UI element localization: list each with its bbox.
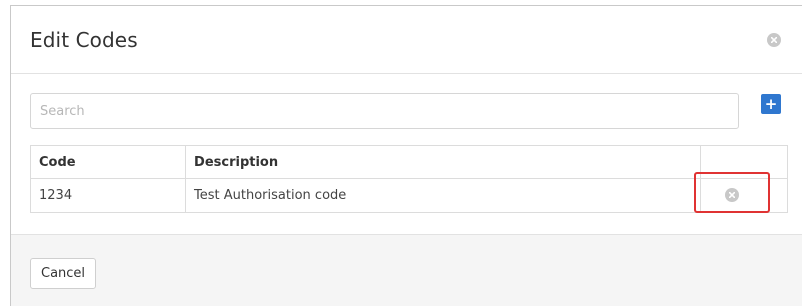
edit-codes-dialog: Edit Codes + Code Description 1234 Test …: [10, 5, 802, 306]
codes-table: Code Description 1234 Test Authorisation…: [29, 145, 788, 213]
remove-row-button[interactable]: [725, 188, 740, 202]
column-header-description: Description: [185, 145, 702, 179]
plus-icon: +: [764, 94, 778, 113]
cancel-button[interactable]: Cancel: [30, 258, 97, 289]
dialog-title: Edit Codes: [30, 28, 138, 52]
dialog-footer: Cancel: [11, 234, 802, 306]
column-header-actions: [700, 145, 788, 179]
close-icon[interactable]: [767, 33, 781, 47]
add-code-button[interactable]: +: [761, 94, 781, 114]
cell-description: Test Authorisation code: [185, 178, 702, 213]
dialog-header: Edit Codes: [11, 6, 802, 74]
dialog-body: + Code Description 1234 Test Authorisati…: [11, 74, 802, 234]
column-header-code: Code: [29, 145, 187, 179]
search-input[interactable]: [30, 93, 739, 129]
cell-code: 1234: [29, 178, 187, 213]
table-row: 1234 Test Authorisation code: [29, 172, 788, 213]
cell-actions: [694, 172, 788, 213]
table-header-row: Code Description: [29, 145, 788, 179]
close-icon: [729, 192, 736, 198]
